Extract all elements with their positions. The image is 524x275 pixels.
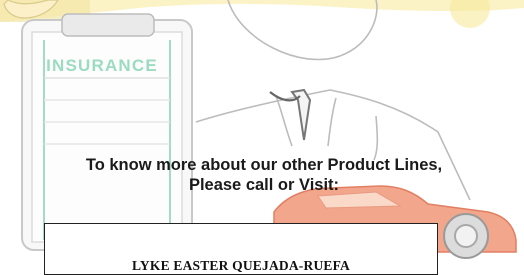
promo-line-2: Please call or Visit: [188, 176, 340, 194]
clipboard-icon: INSURANCE [21, 13, 193, 251]
contact-name: LYKE EASTER QUEJADA-RUEFA [131, 258, 351, 273]
promo-headline: To know more about our other Product Lin… [40, 155, 488, 195]
promo-line-1: To know more about our other Product Lin… [85, 156, 443, 174]
contact-card: LYKE EASTER QUEJADA-RUEFA [44, 223, 438, 275]
clipboard-label: INSURANCE [46, 56, 158, 75]
